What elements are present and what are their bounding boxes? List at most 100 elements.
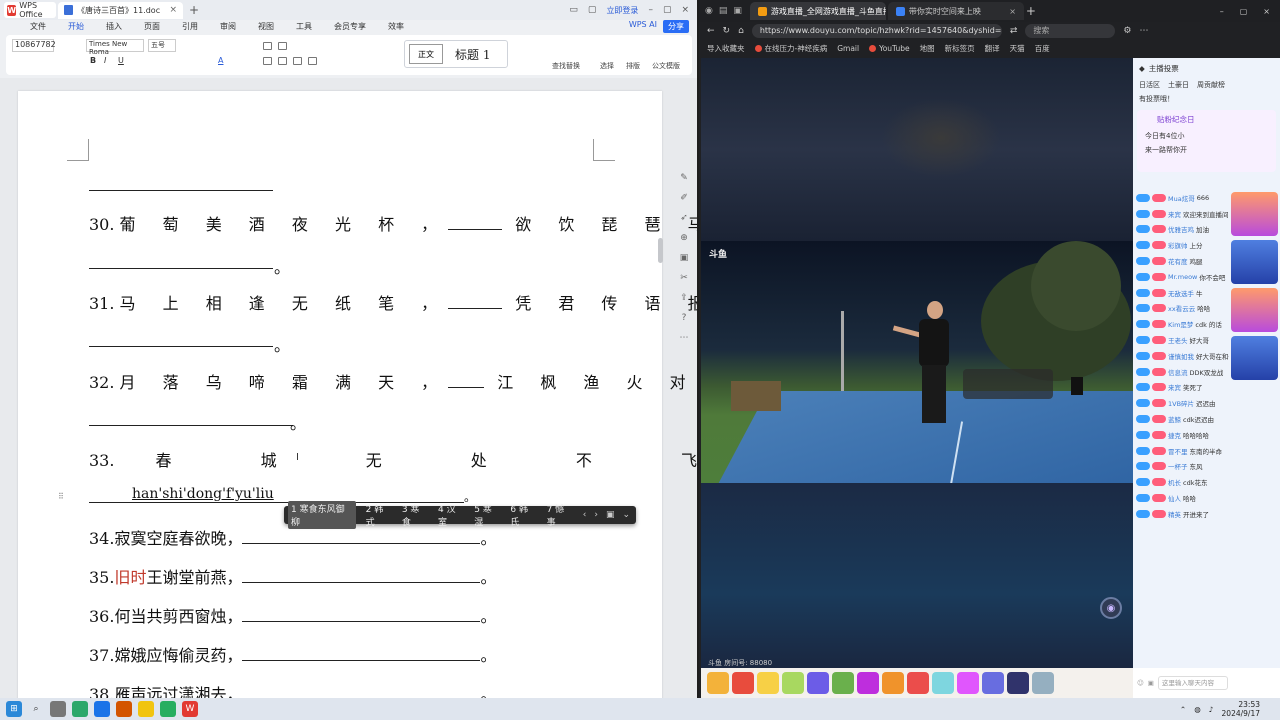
style-normal[interactable]: 正文 bbox=[409, 44, 443, 64]
live-stream-frame[interactable]: 斗鱼 bbox=[701, 241, 1133, 483]
bookmark-item[interactable]: 百度 bbox=[1035, 43, 1050, 54]
blank-32a[interactable] bbox=[448, 374, 485, 388]
chat-username[interactable]: 机长 bbox=[1168, 477, 1181, 487]
chat-message[interactable]: 1VB碎片 迟迟由 bbox=[1133, 395, 1229, 411]
chat-message[interactable]: 优雅吉鸡 加油 bbox=[1133, 222, 1229, 238]
tab-actions-icon[interactable]: ▤ bbox=[719, 6, 728, 16]
template-button[interactable]: 公文模版 bbox=[652, 61, 680, 71]
blank-37[interactable] bbox=[242, 647, 481, 661]
gift-box-icon[interactable]: ▣ bbox=[1148, 679, 1154, 687]
share-button[interactable]: 分享 bbox=[663, 20, 689, 33]
ime-menu-icon[interactable]: ⌄ bbox=[622, 510, 630, 520]
question-38[interactable]: 38.雁声远过潇湘去，。 bbox=[89, 681, 496, 698]
translate-icon[interactable]: ⇄ bbox=[1010, 26, 1018, 36]
window-layout-icon[interactable]: ▭ bbox=[569, 5, 578, 15]
chat-message[interactable]: Mr.meow 你不会吧 bbox=[1133, 269, 1229, 285]
chat-input[interactable]: 这里输入聊天内容 bbox=[1157, 676, 1228, 690]
clock[interactable]: 23:53 2024/9/17 bbox=[1222, 700, 1260, 718]
chat-username[interactable]: Mr.meow bbox=[1168, 273, 1197, 281]
number-list-icon[interactable] bbox=[278, 42, 287, 50]
blank-34[interactable] bbox=[242, 530, 481, 544]
tab-daily[interactable]: 日活区 bbox=[1139, 80, 1160, 90]
bookmark-item[interactable]: Gmail bbox=[837, 44, 859, 53]
minimize-icon[interactable]: – bbox=[648, 5, 653, 15]
chat-message[interactable]: 来宾 笑死了 bbox=[1133, 380, 1229, 396]
maximize-icon[interactable]: ▢ bbox=[663, 5, 672, 15]
gift-icon[interactable] bbox=[982, 672, 1004, 694]
wechat-icon[interactable] bbox=[72, 701, 88, 717]
question-33[interactable]: 33. 春 城 无 处 不 飞 花 ， bbox=[89, 447, 697, 471]
zoom-icon[interactable]: ⊕ bbox=[679, 234, 689, 243]
bookmark-item[interactable]: 翻译 bbox=[985, 43, 1000, 54]
question-30[interactable]: 30. 葡 萄 美 酒 夜 光 杯 ， 欲 饮 琵 琶 马 上 催 bbox=[89, 211, 697, 235]
pin-icon[interactable]: ▢ bbox=[588, 5, 597, 15]
blank-36[interactable] bbox=[242, 608, 481, 622]
back-icon[interactable]: ← bbox=[707, 26, 715, 36]
emoji-icon[interactable]: ☺ bbox=[1137, 679, 1144, 687]
bookmark-item[interactable]: 在线压力-神经疾病 bbox=[754, 43, 827, 54]
new-tab-icon[interactable]: + bbox=[1026, 4, 1036, 18]
document-tab[interactable]: 《唐诗三百首》11.doc × bbox=[58, 1, 183, 19]
more-icon[interactable]: ⋯ bbox=[679, 334, 689, 343]
menu-insert[interactable]: 插入 bbox=[106, 21, 122, 32]
ime-next-icon[interactable]: › bbox=[594, 510, 598, 520]
bookmark-item[interactable]: 导入收藏夹 bbox=[707, 43, 745, 54]
video-player[interactable]: 斗鱼 斗鱼 房间号: 88080 ◉ bbox=[701, 58, 1133, 668]
chat-message[interactable]: xx看云云 哈哈 bbox=[1133, 301, 1229, 317]
bullet-list-icon[interactable] bbox=[263, 42, 272, 50]
menu-view[interactable]: 视图 bbox=[258, 21, 274, 32]
ime-expand-icon[interactable]: ▣ bbox=[606, 510, 615, 520]
search-icon[interactable]: ⌕ bbox=[28, 701, 44, 717]
chat-username[interactable]: 信息流 bbox=[1168, 367, 1188, 377]
gift-icon[interactable] bbox=[1007, 672, 1029, 694]
vote-header[interactable]: ◆ 主播投票 bbox=[1133, 58, 1280, 78]
blank-30a[interactable] bbox=[448, 216, 503, 230]
image-icon[interactable]: ▣ bbox=[679, 254, 689, 263]
chat-username[interactable]: 来宾 bbox=[1168, 209, 1181, 219]
bold-icon[interactable]: B bbox=[90, 56, 96, 65]
chat-message[interactable]: 王老头 好大哥 bbox=[1133, 332, 1229, 348]
blank-38[interactable] bbox=[242, 686, 480, 698]
chat-username[interactable]: 仙人 bbox=[1168, 493, 1181, 503]
pen-icon[interactable]: ✎ bbox=[679, 174, 689, 183]
align-left-icon[interactable] bbox=[263, 57, 272, 65]
chat-username[interactable]: 无敌选手 bbox=[1168, 288, 1194, 298]
reload-icon[interactable]: ↻ bbox=[723, 26, 731, 36]
edit-icon[interactable]: ✐ bbox=[679, 194, 689, 203]
bookmark-item[interactable]: 天猫 bbox=[1010, 43, 1025, 54]
chat-username[interactable]: 冒不里 bbox=[1168, 446, 1188, 456]
start-icon[interactable]: ⊞ bbox=[6, 701, 22, 717]
wps-ai-button[interactable]: WPS AI bbox=[629, 20, 657, 33]
chat-username[interactable]: 彩旗帅 bbox=[1168, 240, 1188, 250]
workspaces-icon[interactable]: ▣ bbox=[733, 6, 742, 16]
gift-icon[interactable] bbox=[932, 672, 954, 694]
menu-tools[interactable]: 工具 bbox=[296, 21, 312, 32]
close-tab-icon[interactable]: × bbox=[169, 5, 177, 15]
minimize-icon[interactable]: – bbox=[1220, 7, 1224, 16]
close-window-icon[interactable]: × bbox=[1263, 7, 1270, 16]
browser-tab-douyu[interactable]: 游戏直播_全网游戏直播_斗鱼直播 × bbox=[749, 2, 886, 20]
task-view-icon[interactable] bbox=[50, 701, 66, 717]
promo-card[interactable] bbox=[1231, 288, 1278, 332]
justify-icon[interactable] bbox=[308, 57, 317, 65]
gift-icon[interactable] bbox=[857, 672, 879, 694]
chat-username[interactable]: 谨慎如我 bbox=[1168, 351, 1194, 361]
menu-home[interactable]: 开始 bbox=[68, 21, 84, 32]
gift-icon[interactable] bbox=[882, 672, 904, 694]
wps-home-tab[interactable]: W WPS Office bbox=[4, 1, 56, 19]
fan-anniversary-box[interactable]: 贴粉纪念日 今日有4位小 来一路帮你开 bbox=[1137, 110, 1276, 172]
question-36[interactable]: 36.何当共剪西窗烛，。 bbox=[89, 603, 496, 627]
tab-weekly[interactable]: 周贡献榜 bbox=[1197, 80, 1225, 90]
new-tab-icon[interactable]: + bbox=[185, 3, 203, 17]
url-field[interactable]: https://www.douyu.com/topic/hzhwk?rid=14… bbox=[751, 24, 1002, 38]
underline-icon[interactable]: U bbox=[118, 56, 124, 65]
chat-message[interactable]: 无敌选手牛 bbox=[1133, 285, 1229, 301]
home-icon[interactable]: ⌂ bbox=[738, 26, 744, 36]
close-window-icon[interactable]: × bbox=[681, 5, 689, 15]
app-icon[interactable] bbox=[116, 701, 132, 717]
bookmark-item[interactable]: 新标签页 bbox=[945, 43, 975, 54]
question-35[interactable]: 35.旧时王谢堂前燕，。 bbox=[89, 564, 497, 588]
question-34[interactable]: 34.寂寞空庭春欲晚，。 bbox=[89, 525, 496, 549]
gift-icon[interactable] bbox=[957, 672, 979, 694]
promo-card[interactable] bbox=[1231, 192, 1278, 236]
